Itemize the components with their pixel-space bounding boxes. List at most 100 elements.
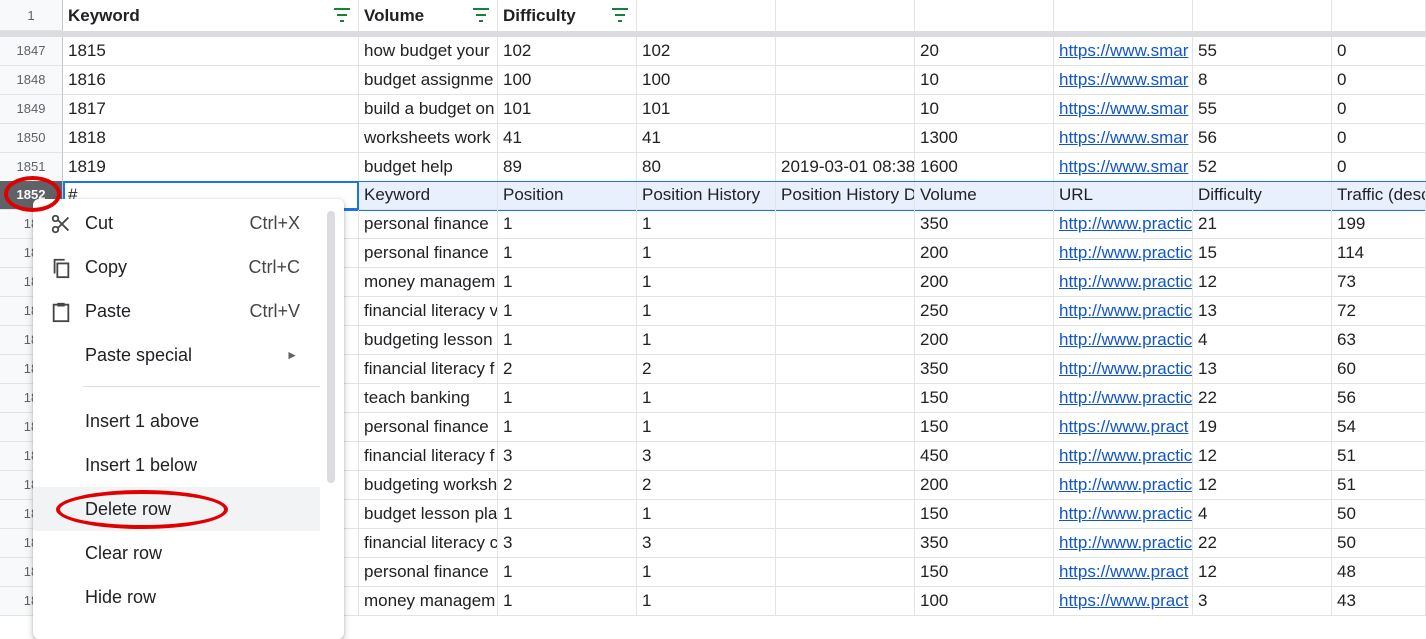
table-cell[interactable]: URL (1054, 181, 1193, 210)
cell-link[interactable]: http://www.practic (1059, 533, 1192, 552)
table-cell[interactable]: 43 (1332, 587, 1426, 616)
table-cell[interactable]: 22 (1193, 384, 1332, 413)
table-cell[interactable] (776, 297, 915, 326)
table-cell[interactable]: budget help (359, 153, 498, 182)
table-cell[interactable]: 1 (498, 326, 637, 355)
cell-link[interactable]: http://www.practic (1059, 359, 1192, 378)
table-cell[interactable]: Traffic (desc (1332, 181, 1426, 210)
row-header[interactable]: 1850 (0, 124, 63, 153)
cell-link[interactable]: https://www.smar (1059, 70, 1188, 89)
menu-item-clear-row[interactable]: Clear row (33, 531, 320, 575)
table-cell[interactable]: 1 (498, 500, 637, 529)
url-cell[interactable]: https://www.pract (1054, 558, 1193, 587)
cell-link[interactable]: http://www.practic (1059, 388, 1192, 407)
table-cell[interactable]: financial literacy f (359, 442, 498, 471)
table-cell[interactable]: 20 (915, 37, 1054, 66)
table-cell[interactable]: 21 (1193, 210, 1332, 239)
table-cell[interactable]: 1817 (63, 95, 359, 124)
table-cell[interactable]: budgeting lesson (359, 326, 498, 355)
table-row[interactable]: 1849 1817 build a budget on 101 101 10 https:/… (0, 95, 1426, 124)
table-cell[interactable]: 54 (1332, 413, 1426, 442)
table-cell[interactable] (776, 529, 915, 558)
table-cell[interactable]: Position History (637, 181, 776, 210)
table-cell[interactable]: 1 (498, 384, 637, 413)
table-cell[interactable]: 52 (1193, 153, 1332, 182)
url-cell[interactable]: https://www.smar (1054, 153, 1193, 182)
table-cell[interactable] (776, 384, 915, 413)
table-cell[interactable]: 3 (498, 529, 637, 558)
menu-item-copy[interactable]: Copy Ctrl+C (33, 245, 320, 289)
table-cell[interactable]: budget assignme (359, 66, 498, 95)
table-cell[interactable]: 102 (498, 37, 637, 66)
table-cell[interactable]: 2 (637, 471, 776, 500)
table-cell[interactable]: budgeting worksh (359, 471, 498, 500)
row-header[interactable]: 1847 (0, 37, 63, 66)
table-cell[interactable]: 450 (915, 442, 1054, 471)
table-cell[interactable]: 101 (637, 95, 776, 124)
table-cell[interactable]: 72 (1332, 297, 1426, 326)
table-cell[interactable]: Volume (915, 181, 1054, 210)
table-cell[interactable]: 12 (1193, 268, 1332, 297)
url-cell[interactable]: https://www.smar (1054, 95, 1193, 124)
table-cell[interactable]: 200 (915, 268, 1054, 297)
table-cell[interactable] (776, 66, 915, 95)
url-cell[interactable]: http://www.practic (1054, 471, 1193, 500)
table-cell[interactable]: 4 (1193, 326, 1332, 355)
table-cell[interactable]: 1 (637, 413, 776, 442)
url-cell[interactable]: http://www.practic (1054, 268, 1193, 297)
table-cell[interactable]: budget lesson pla (359, 500, 498, 529)
menu-item-paste-special[interactable]: Paste special ► (33, 333, 320, 377)
table-cell[interactable] (776, 326, 915, 355)
table-cell[interactable]: 3 (637, 442, 776, 471)
table-cell[interactable]: 55 (1193, 95, 1332, 124)
table-cell[interactable] (776, 95, 915, 124)
cell-link[interactable]: https://www.pract (1059, 417, 1188, 436)
table-cell[interactable]: 63 (1332, 326, 1426, 355)
table-cell[interactable]: 3 (1193, 587, 1332, 616)
table-cell[interactable]: personal finance (359, 413, 498, 442)
table-cell[interactable]: 51 (1332, 471, 1426, 500)
table-cell[interactable]: personal finance (359, 239, 498, 268)
url-cell[interactable]: http://www.practic (1054, 239, 1193, 268)
table-cell[interactable]: 1 (637, 500, 776, 529)
table-cell[interactable]: 55 (1193, 37, 1332, 66)
table-cell[interactable]: 150 (915, 558, 1054, 587)
table-cell[interactable]: 48 (1332, 558, 1426, 587)
table-cell[interactable]: 1819 (63, 153, 359, 182)
table-cell[interactable]: 0 (1332, 66, 1426, 95)
table-cell[interactable] (776, 558, 915, 587)
cell-link[interactable]: http://www.practic (1059, 504, 1192, 523)
table-cell[interactable]: personal finance (359, 210, 498, 239)
table-row[interactable]: 1848 1816 budget assignme 100 100 10 https://w… (0, 66, 1426, 95)
row-header[interactable]: 1849 (0, 95, 63, 124)
table-cell[interactable]: 60 (1332, 355, 1426, 384)
table-cell[interactable] (776, 355, 915, 384)
menu-item-insert-above[interactable]: Insert 1 above (33, 399, 320, 443)
table-cell[interactable]: 50 (1332, 500, 1426, 529)
table-cell[interactable]: 350 (915, 355, 1054, 384)
header-cell[interactable] (1054, 0, 1193, 31)
table-cell[interactable] (776, 471, 915, 500)
table-cell[interactable]: 199 (1332, 210, 1426, 239)
table-cell[interactable]: 102 (637, 37, 776, 66)
table-cell[interactable] (776, 587, 915, 616)
table-cell[interactable]: financial literacy v (359, 297, 498, 326)
table-cell[interactable]: 13 (1193, 297, 1332, 326)
url-cell[interactable]: http://www.practic (1054, 500, 1193, 529)
header-cell-volume[interactable]: Volume (359, 0, 498, 31)
table-cell[interactable]: 1818 (63, 124, 359, 153)
cell-link[interactable]: http://www.practic (1059, 446, 1192, 465)
table-cell[interactable]: Position (498, 181, 637, 210)
menu-item-cut[interactable]: Cut Ctrl+X (33, 201, 320, 245)
url-cell[interactable]: https://www.smar (1054, 66, 1193, 95)
table-cell[interactable]: 1 (498, 558, 637, 587)
table-cell[interactable]: 350 (915, 529, 1054, 558)
table-cell[interactable]: 150 (915, 413, 1054, 442)
table-cell[interactable] (776, 124, 915, 153)
menu-item-paste[interactable]: Paste Ctrl+V (33, 289, 320, 333)
table-cell[interactable]: 2 (498, 355, 637, 384)
menu-item-insert-below[interactable]: Insert 1 below (33, 443, 320, 487)
table-cell[interactable]: 41 (637, 124, 776, 153)
cell-link[interactable]: http://www.practic (1059, 475, 1192, 494)
table-cell[interactable]: 1815 (63, 37, 359, 66)
